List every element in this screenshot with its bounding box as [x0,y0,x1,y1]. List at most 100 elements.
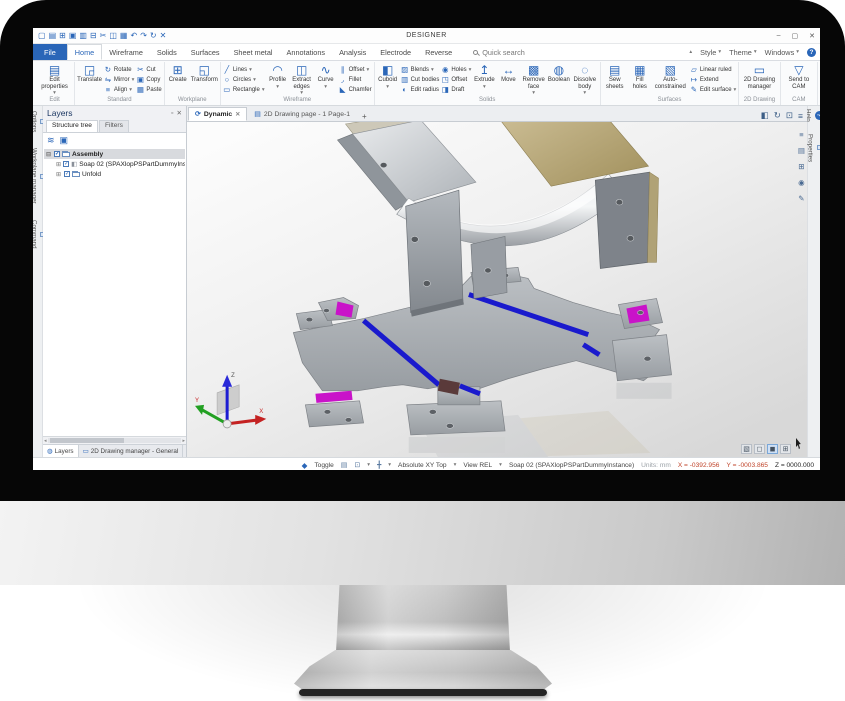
horizontal-scrollbar[interactable]: ◂ ▸ [43,436,186,444]
offset-solid-button[interactable]: ◳Offset [441,75,471,84]
tab-analysis[interactable]: Analysis [332,44,373,60]
view-rel-selector[interactable]: View REL [463,462,492,469]
blends-button[interactable]: ▨Blends▾ [401,65,440,74]
close-button[interactable]: ✕ [809,32,815,40]
offset-wire-button[interactable]: ∥Offset▾ [339,65,372,74]
3d-viewport-canvas[interactable]: Z X Y [187,122,807,457]
edit-radius-button[interactable]: ◐Edit radius [401,85,440,94]
cut-bodies-button[interactable]: ▥Cut bodies [401,75,440,84]
align-button[interactable]: ≡Align▾ [104,85,134,94]
iso-view-icon[interactable]: ◧ [761,110,769,121]
layer-stack-icon[interactable]: ≋ [47,136,55,145]
lines-button[interactable]: ╱Lines▾ [223,65,265,74]
move-button[interactable]: ↔ Move [497,62,519,84]
bottom-tab-layers[interactable]: ◍Layers [43,445,79,457]
scrollbar-track[interactable] [48,438,182,443]
orientation-triad[interactable]: Z X Y [195,373,266,428]
doc-tab-2d-drawing-page[interactable]: ▤ 2D Drawing page - 1 Page-1 [247,107,357,121]
draft-button[interactable]: ◨Draft [441,85,471,94]
save-tree-icon[interactable]: ▣ [60,136,69,145]
doc-tab-dynamic[interactable]: ⟳ Dynamic ✕ [188,107,247,121]
checkbox-checked[interactable]: ✓ [63,161,69,167]
checkbox-checked[interactable]: ✓ [64,171,70,177]
edit-surface-button[interactable]: ✎Edit surface▾ [690,85,736,94]
extend-button[interactable]: ↦Extend [690,75,736,84]
rotate-button[interactable]: ↻Rotate [104,65,134,74]
remove-face-button[interactable]: ▩ Remove face ▾ [521,62,545,96]
collapse-icon[interactable]: ⊟ [46,151,52,158]
sew-sheets-button[interactable]: ▤ Sew sheets [603,62,627,90]
maximize-button[interactable]: ▢ [792,32,799,40]
transform-workplane-button[interactable]: ◱ Transform [191,62,218,84]
pan-view-icon[interactable]: ▧ [741,444,752,454]
tree-item-assembly[interactable]: ⊟ ✓ Assembly [44,149,185,159]
toggle-diamond-icon[interactable]: ◆ [302,461,308,470]
fill-holes-button[interactable]: ▦ Fill holes [629,62,651,90]
tree-item-soap[interactable]: ⊞ ✓ ◧ Soap 02 (SPAXlopPSPartDummyInstanc… [54,159,185,169]
send-to-cam-button[interactable]: ▽ Send to CAM [783,62,815,90]
dock-tab-properties[interactable]: Properties [807,134,821,162]
tab-home[interactable]: Home [67,44,102,60]
2d-drawing-manager-button[interactable]: ▭ 2D Drawing manager [741,62,777,90]
close-tab-icon[interactable]: ✕ [235,111,240,118]
tab-electrode[interactable]: Electrode [373,44,418,60]
display-list-icon[interactable]: ▤ [798,146,805,155]
visibility-icon[interactable]: ◉ [798,178,805,187]
axis-icon[interactable]: ╋ [377,461,381,469]
extract-edges-button[interactable]: ◫ Extract edges ▾ [291,62,313,96]
toggle-label[interactable]: Toggle [314,462,333,469]
shaded-view-icon[interactable]: ◼ [767,444,778,454]
mirror-button[interactable]: ⇋Mirror▾ [104,75,134,84]
circles-button[interactable]: ○Circles▾ [223,75,265,84]
fillet-button[interactable]: ◞Fillet [339,75,372,84]
windows-menu[interactable]: Windows▾ [765,48,799,57]
minimize-button[interactable]: – [777,32,781,40]
tab-sheet-metal[interactable]: Sheet metal [227,44,280,60]
paste-button[interactable]: ▦Paste [136,85,161,94]
scrollbar-thumb[interactable] [50,438,124,443]
translate-button[interactable]: ◲ Translate [77,62,102,84]
scroll-left-icon[interactable]: ◂ [44,438,47,444]
curve-button[interactable]: ∿ Curve ▾ [315,62,337,90]
snap-grid-icon[interactable]: ⊞ [798,162,804,171]
edit-view-icon[interactable]: ✎ [798,194,804,203]
viewport-menu-icon[interactable]: ≡ [798,111,803,121]
help-box-icon[interactable]: ⊡ [354,461,360,469]
fit-view-icon[interactable]: ⊡ [786,110,793,121]
copy-button[interactable]: ▣Copy [136,75,161,84]
checkbox-checked[interactable]: ✓ [54,151,60,157]
edit-properties-button[interactable]: ▤ Edit properties ▾ [37,62,72,96]
expand-icon[interactable]: ⊞ [56,171,62,178]
tab-structure-tree[interactable]: Structure tree [46,120,98,132]
rectangle-button[interactable]: ▭Rectangle▾ [223,85,265,94]
tree-item-unfold[interactable]: ⊞ ✓ Unfold [54,169,185,179]
quick-search[interactable]: Quick search [473,44,525,60]
tab-wireframe[interactable]: Wireframe [102,44,150,60]
sheet-icon[interactable]: ▤ [341,461,348,469]
holes-button[interactable]: ◉Holes▾ [441,65,471,74]
multi-view-icon[interactable]: ⊞ [780,444,791,454]
scroll-right-icon[interactable]: ▸ [182,438,185,444]
expand-icon[interactable]: ⊞ [56,161,61,168]
tab-file[interactable]: File [33,44,67,60]
3d-scene[interactable]: Z X Y ≡ ▤ ⊞ ◉ ✎ [187,122,807,457]
tab-solids[interactable]: Solids [150,44,184,60]
close-panel-icon[interactable]: ✕ [177,109,182,117]
linear-ruled-button[interactable]: ▱Linear ruled [690,65,736,74]
bracket-part[interactable] [337,122,658,317]
cuboid-button[interactable]: ◧ Cuboid ▾ [377,62,399,90]
profile-button[interactable]: ◠ Profile ▾ [267,62,289,90]
pin-icon[interactable]: ▫ [171,110,173,117]
tab-annotations[interactable]: Annotations [280,44,333,60]
auto-constrained-button[interactable]: ▧ Auto-constrained [653,62,688,90]
new-tab-button[interactable]: + [357,112,372,121]
dissolve-body-button[interactable]: ◌ Dissolve body ▾ [572,62,598,96]
wireframe-view-icon[interactable]: ◻ [754,444,765,454]
tab-filters[interactable]: Filters [99,120,129,132]
create-workplane-button[interactable]: ⊞ Create [167,62,189,84]
extrude-button[interactable]: ↥ Extrude ▾ [473,62,495,90]
chamfer-button[interactable]: ◣Chamfer [339,85,372,94]
scene-menu-icon[interactable]: ≡ [799,130,803,139]
theme-menu[interactable]: Theme▾ [729,48,756,57]
bottom-tab-2d-drawing-manager[interactable]: ▭2D Drawing manager - General [79,445,184,457]
